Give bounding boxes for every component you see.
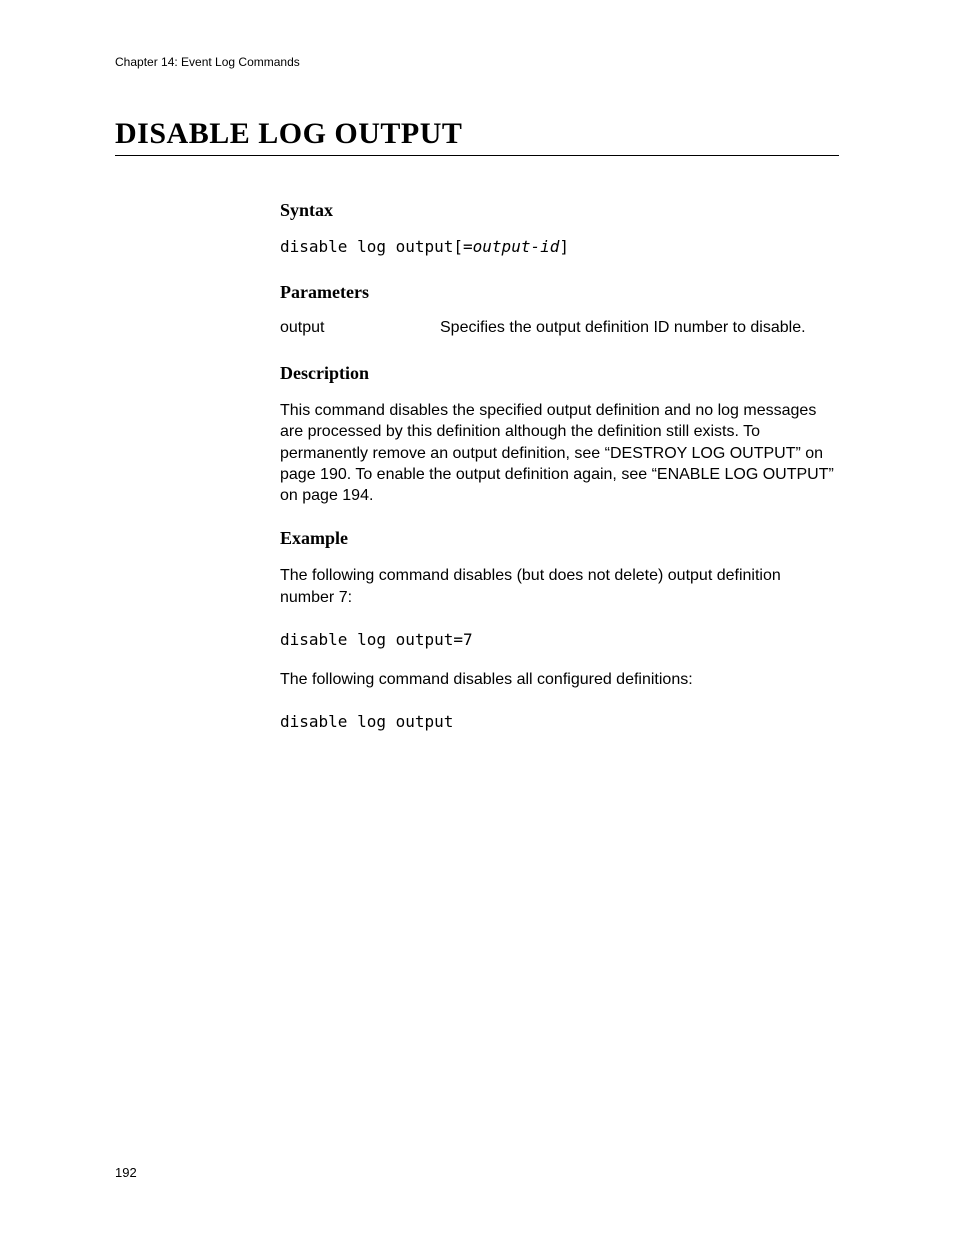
example-code-1: disable log output=7 bbox=[280, 630, 839, 649]
page-number: 192 bbox=[115, 1165, 137, 1180]
page-container: Chapter 14: Event Log Commands DISABLE L… bbox=[0, 0, 954, 731]
example-intro-1: The following command disables (but does… bbox=[280, 565, 839, 608]
syntax-heading: Syntax bbox=[280, 200, 839, 221]
example-intro-2: The following command disables all confi… bbox=[280, 669, 839, 690]
syntax-param: output-id bbox=[473, 237, 560, 256]
parameter-name: output bbox=[280, 319, 440, 337]
parameter-description: Specifies the output definition ID numbe… bbox=[440, 319, 839, 337]
parameter-row: output Specifies the output definition I… bbox=[280, 319, 839, 337]
example-code-2: disable log output bbox=[280, 712, 839, 731]
syntax-suffix: ] bbox=[559, 237, 569, 256]
syntax-prefix: disable log output[= bbox=[280, 237, 473, 256]
example-heading: Example bbox=[280, 528, 839, 549]
chapter-header: Chapter 14: Event Log Commands bbox=[115, 55, 839, 69]
page-title: DISABLE LOG OUTPUT bbox=[115, 117, 839, 156]
description-text: This command disables the specified outp… bbox=[280, 400, 839, 506]
syntax-code: disable log output[=output-id] bbox=[280, 237, 839, 256]
description-heading: Description bbox=[280, 363, 839, 384]
content-block: Syntax disable log output[=output-id] Pa… bbox=[280, 200, 839, 731]
parameters-heading: Parameters bbox=[280, 282, 839, 303]
